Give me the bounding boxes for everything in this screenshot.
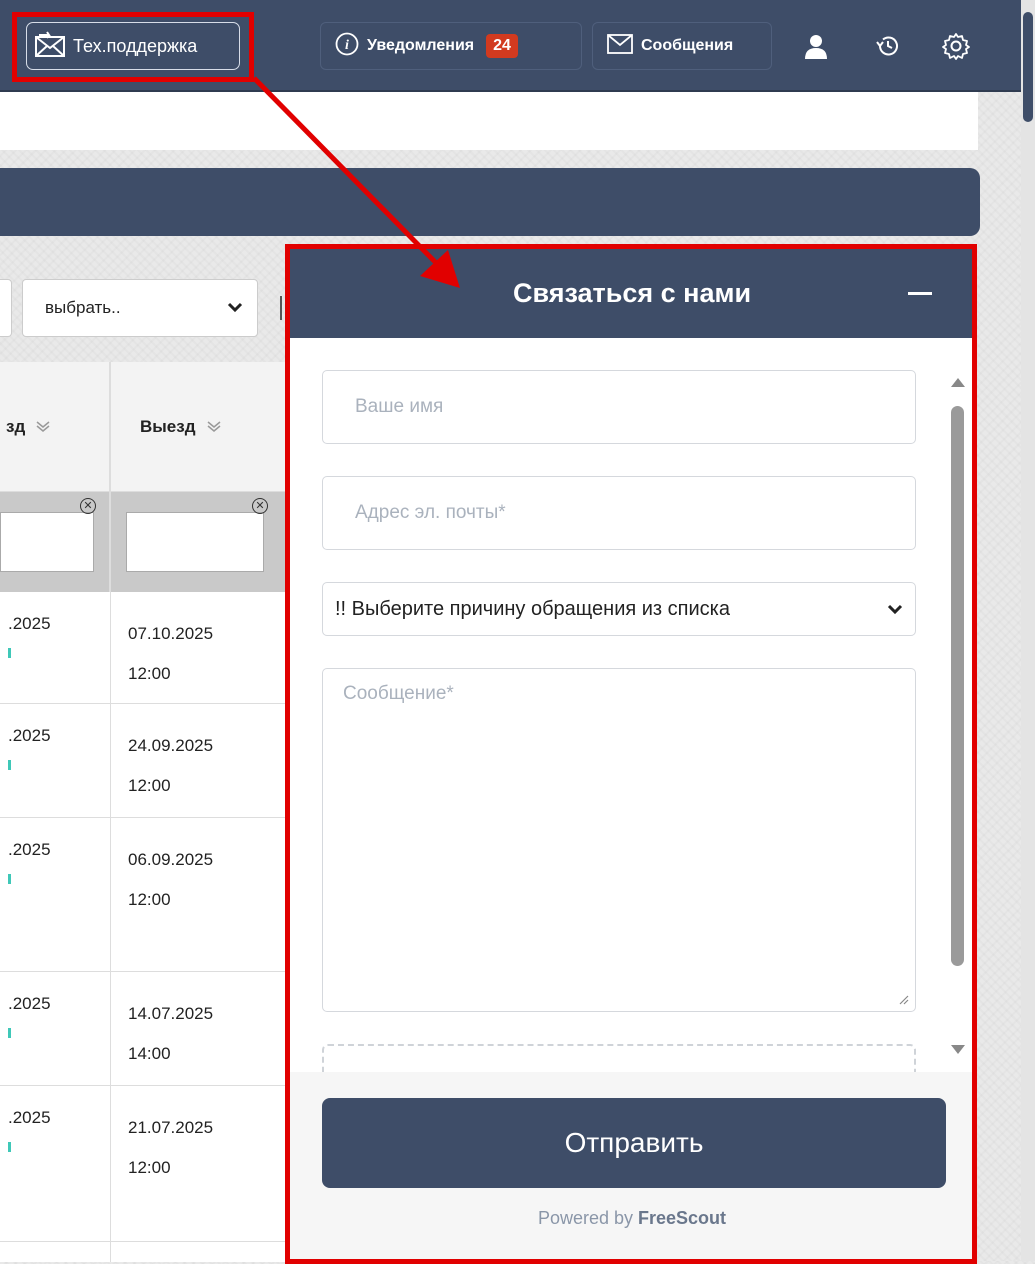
info-icon: i (335, 32, 359, 61)
sort-chevron-icon (35, 419, 51, 435)
truncated-text-fragment (280, 296, 282, 320)
sort-chevron-icon (206, 419, 222, 435)
filter-select-stub[interactable] (0, 279, 12, 337)
highlight-box-widget (285, 244, 977, 1264)
table-row[interactable]: .2025 21.07.2025 12:00 (0, 1086, 290, 1242)
filter-input-arrival[interactable] (0, 512, 94, 572)
history-icon[interactable] (872, 30, 904, 62)
page-scrollbar[interactable] (1021, 0, 1035, 1261)
table-row[interactable]: .2025 24.09.2025 12:00 (0, 704, 290, 818)
section-header-bar (0, 168, 980, 236)
messages-label: Сообщения (641, 37, 734, 54)
user-icon[interactable] (800, 30, 832, 62)
gear-icon[interactable] (940, 30, 972, 62)
status-marker (8, 648, 11, 658)
clear-filter-icon[interactable]: ✕ (80, 498, 96, 514)
filter-cell-arrival: ✕ (0, 492, 110, 592)
envelope-icon (607, 33, 633, 59)
filter-cell-departure: ✕ (110, 492, 290, 592)
column-header-arrival[interactable]: зд (0, 362, 110, 492)
filter-row: выбрать.. (0, 252, 290, 348)
filter-select[interactable]: выбрать.. (22, 279, 258, 337)
status-marker (8, 874, 11, 884)
filter-select-value: выбрать.. (45, 298, 121, 317)
messages-button[interactable]: Сообщения (592, 22, 772, 70)
status-marker (8, 1028, 11, 1038)
chevron-down-icon (227, 298, 243, 318)
column-header-departure[interactable]: Выезд (110, 362, 290, 492)
table-row[interactable]: .2025 07.10.2025 12:00 (0, 592, 290, 704)
table-row[interactable]: .2025 14.07.2025 14:00 (0, 972, 290, 1086)
notifications-label: Уведомления (367, 37, 475, 54)
content-strip (0, 92, 978, 150)
column-divider (110, 362, 111, 1262)
svg-text:i: i (345, 38, 349, 53)
notifications-button[interactable]: i Уведомления 24 (320, 22, 582, 70)
page-scrollbar-thumb[interactable] (1023, 12, 1033, 122)
highlight-box-support (12, 12, 254, 82)
clear-filter-icon[interactable]: ✕ (252, 498, 268, 514)
table-row[interactable]: .2025 06.09.2025 12:00 (0, 818, 290, 972)
data-table: зд Выезд ✕ ✕ .2025 07.10.2025 12:00 .2025… (0, 362, 290, 1262)
filter-input-departure[interactable] (126, 512, 264, 572)
status-marker (8, 1142, 11, 1152)
status-marker (8, 760, 11, 770)
notifications-count-badge: 24 (486, 34, 518, 58)
